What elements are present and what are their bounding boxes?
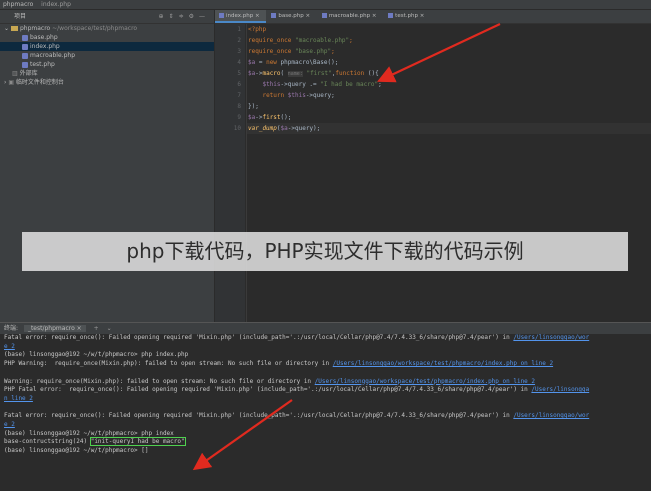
annotation-arrows <box>192 23 501 471</box>
arrow-to-output <box>192 399 293 471</box>
arrow-to-code <box>377 23 501 83</box>
